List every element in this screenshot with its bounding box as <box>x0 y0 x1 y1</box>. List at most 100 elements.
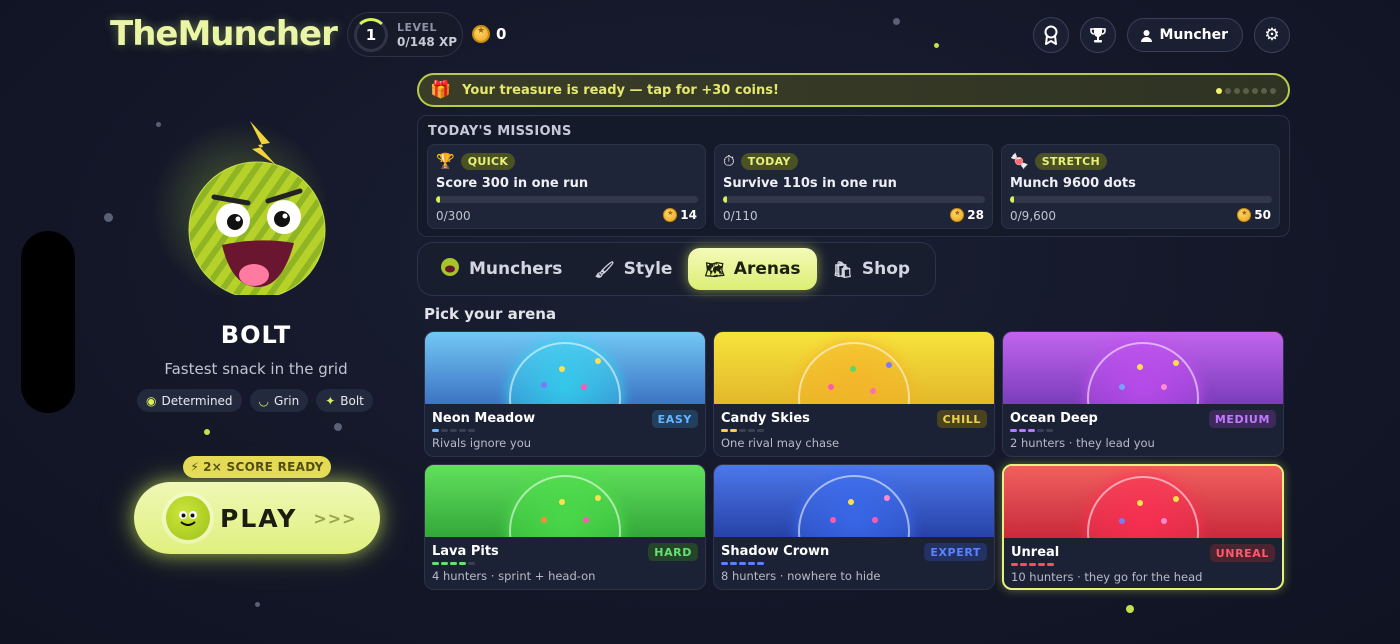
mission-card[interactable]: ⏱ TODAY Survive 110s in one run 0/110 28 <box>714 144 993 229</box>
mission-card[interactable]: 🏆 QUICK Score 300 in one run 0/300 14 <box>427 144 706 229</box>
arena-preview <box>425 465 705 537</box>
eye-icon: ◉ <box>146 393 157 408</box>
brush-icon: 🖌 <box>594 259 615 279</box>
pager-dot[interactable] <box>1216 88 1222 94</box>
user-icon <box>1141 29 1153 42</box>
play-button[interactable]: PLAY >>> <box>134 482 380 554</box>
arena-card[interactable]: Neon Meadow EASY Rivals ignore you <box>424 331 706 457</box>
difficulty-pip <box>1019 429 1026 432</box>
pager-dot[interactable] <box>1252 88 1258 94</box>
arena-name: Unreal <box>1011 545 1060 560</box>
difficulty-pip <box>748 429 755 432</box>
tab-label: Style <box>623 259 673 279</box>
trait-chip[interactable]: ✦ Bolt <box>316 389 373 412</box>
bg-particle <box>104 213 113 222</box>
level-label: LEVEL <box>397 20 438 34</box>
arena-card[interactable]: Ocean Deep MEDIUM 2 hunters · they lead yo… <box>1002 331 1284 457</box>
difficulty-pip <box>468 562 475 565</box>
mouth-icon: ◡ <box>258 393 270 408</box>
level-indicator[interactable]: 1 LEVEL 0/148 XP <box>347 12 463 57</box>
difficulty-pip <box>450 429 457 432</box>
mission-card[interactable]: 🍬 STRETCH Munch 9600 dots 0/9,600 50 <box>1001 144 1280 229</box>
tab-munchers[interactable]: Munchers <box>424 248 578 290</box>
bg-particle <box>204 429 210 435</box>
difficulty-pip <box>739 429 746 432</box>
candy-icon: 🍬 <box>1010 152 1029 170</box>
arena-speck <box>595 495 601 501</box>
trait-chip[interactable]: ◉ Determined <box>137 389 242 412</box>
trait-label: Determined <box>161 393 233 408</box>
settings-button[interactable]: ⚙ <box>1254 17 1290 53</box>
difficulty-pip <box>739 562 746 565</box>
profile-button[interactable]: Muncher <box>1127 18 1243 52</box>
pager-dot[interactable] <box>1243 88 1249 94</box>
arena-card[interactable]: Unreal UNREAL 10 hunters · they go for the… <box>1002 464 1284 590</box>
leaderboard-button[interactable] <box>1080 17 1117 53</box>
arena-speck <box>1161 384 1167 390</box>
trait-label: Grin <box>274 393 300 408</box>
difficulty-pip <box>1010 429 1017 432</box>
award-ribbon-icon <box>1044 25 1058 45</box>
character-name: BOLT <box>220 321 292 349</box>
pager-dot[interactable] <box>1261 88 1267 94</box>
arena-speck <box>870 388 876 394</box>
level-ring: 1 <box>354 17 388 52</box>
arena-speck <box>830 517 836 523</box>
difficulty-meter <box>1010 429 1053 432</box>
arena-description: 2 hunters · they lead you <box>1010 436 1155 450</box>
treasure-text: Your treasure is ready — tap for +30 coi… <box>462 82 779 98</box>
category-tabs: Munchers 🖌 Style 🗺 Arenas 🛍 Shop <box>417 242 936 296</box>
arena-name: Neon Meadow <box>432 411 536 426</box>
arena-dome <box>1087 342 1199 404</box>
bg-particle <box>893 18 900 25</box>
bg-particle <box>156 122 161 127</box>
arena-speck <box>1173 360 1179 366</box>
trait-list: ◉ Determined ◡ Grin ✦ Bolt <box>137 389 373 412</box>
arena-description: One rival may chase <box>721 436 840 450</box>
difficulty-pip <box>730 562 737 565</box>
pager-dot[interactable] <box>1234 88 1240 94</box>
difficulty-pip <box>1046 429 1053 432</box>
coin-icon <box>1237 208 1252 222</box>
trait-chip[interactable]: ◡ Grin <box>249 389 309 412</box>
pager-dot[interactable] <box>1225 88 1231 94</box>
sparkle-icon: ✦ <box>325 393 336 408</box>
arena-preview <box>1004 466 1282 538</box>
arena-dome <box>509 342 621 404</box>
arena-description: 4 hunters · sprint + head-on <box>432 569 596 583</box>
difficulty-badge: EXPERT <box>924 543 987 561</box>
character-avatar[interactable] <box>150 115 350 300</box>
map-icon: 🗺 <box>704 259 725 279</box>
arena-dome <box>1087 476 1199 538</box>
difficulty-pip <box>1047 563 1054 566</box>
difficulty-pip <box>441 429 448 432</box>
tab-shop[interactable]: 🛍 Shop <box>817 248 927 290</box>
difficulty-pip <box>757 429 764 432</box>
mission-progress-bar <box>1010 196 1272 203</box>
coin-count: 0 <box>496 25 507 43</box>
difficulty-badge: HARD <box>648 543 698 561</box>
arena-card[interactable]: Lava Pits HARD 4 hunters · sprint + head-o… <box>424 464 706 590</box>
play-label: PLAY <box>220 503 298 533</box>
arena-preview <box>1003 332 1283 404</box>
muncher-face-icon <box>166 496 210 540</box>
tab-style[interactable]: 🖌 Style <box>578 248 688 290</box>
coin-icon <box>950 208 965 222</box>
difficulty-badge: MEDIUM <box>1208 410 1276 428</box>
arena-dome <box>798 342 910 404</box>
trophy-icon <box>1090 28 1107 43</box>
arena-speck <box>872 517 878 523</box>
achievements-button[interactable] <box>1033 17 1070 53</box>
tab-arenas[interactable]: 🗺 Arenas <box>688 248 817 290</box>
arena-speck <box>559 499 565 505</box>
pager-dot[interactable] <box>1270 88 1276 94</box>
arena-card[interactable]: Shadow Crown EXPERT 8 hunters · nowhere to… <box>713 464 995 590</box>
arena-speck <box>1161 518 1167 524</box>
arena-speck <box>1137 364 1143 370</box>
banner-pager[interactable] <box>1216 88 1276 94</box>
arena-card[interactable]: Candy Skies CHILL One rival may chase <box>713 331 995 457</box>
gift-icon: 🎁 <box>430 80 452 100</box>
side-handle <box>21 231 75 413</box>
treasure-banner[interactable]: 🎁 Your treasure is ready — tap for +30 c… <box>417 73 1290 107</box>
difficulty-pip <box>757 562 764 565</box>
